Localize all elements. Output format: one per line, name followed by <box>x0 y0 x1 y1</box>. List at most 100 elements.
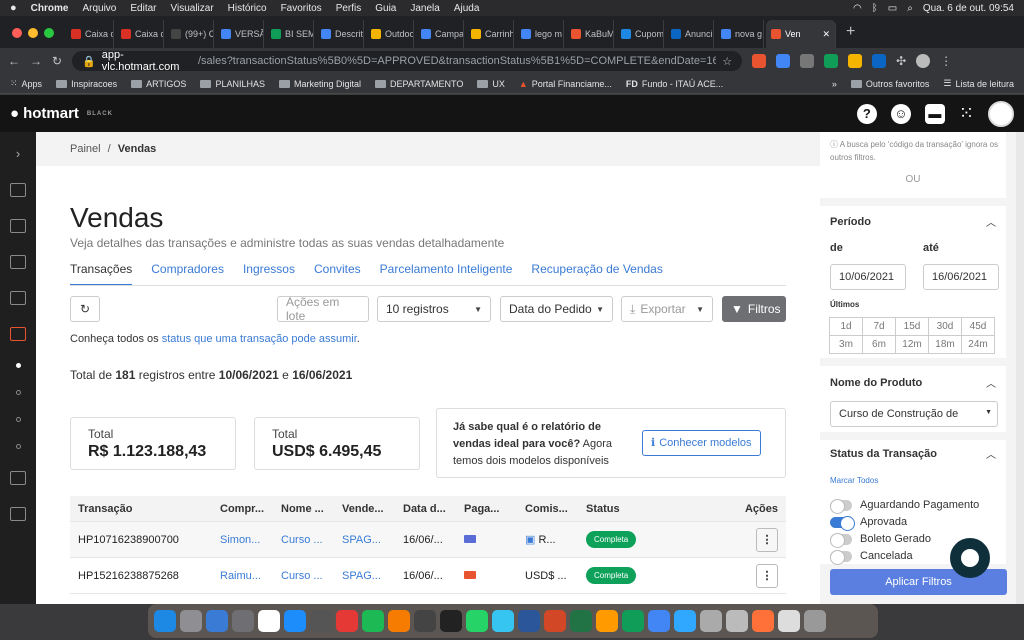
dock-app-icon[interactable] <box>206 610 228 632</box>
bookmark-other-favorites[interactable]: Outros favoritos <box>850 79 929 89</box>
dock-app-icon[interactable] <box>492 610 514 632</box>
community-icon[interactable] <box>10 507 26 521</box>
menubar-clock[interactable]: Qua. 6 de out. 09:54 <box>923 3 1014 14</box>
row-actions-button[interactable]: ⋮ <box>756 527 778 552</box>
dock-app-icon[interactable] <box>154 610 176 632</box>
browser-tab[interactable]: Anunci <box>666 20 714 48</box>
dock-app-icon[interactable] <box>570 610 592 632</box>
browser-tab[interactable]: Outdoo <box>366 20 414 48</box>
status-help-link[interactable]: status que uma transação pode assumir <box>162 333 357 345</box>
bookmark-reading-list[interactable]: ☰ Lista de leitura <box>943 78 1014 89</box>
dock-app-icon[interactable] <box>596 610 618 632</box>
submenu-dot[interactable] <box>15 417 21 422</box>
search-icon[interactable]: ⌕ <box>907 3 913 14</box>
range-6m[interactable]: 6m <box>862 335 896 354</box>
order-select[interactable]: Data do Pedido ▼ <box>500 296 613 322</box>
product-select[interactable]: Curso de Construção de ▼ <box>830 401 998 427</box>
dock-app-icon[interactable] <box>622 610 644 632</box>
chevron-up-icon[interactable]: ︿ <box>986 446 996 461</box>
dock-app-icon[interactable] <box>310 610 332 632</box>
dock-app-icon[interactable] <box>180 610 202 632</box>
records-select[interactable]: 10 registros ▼ <box>377 296 491 322</box>
apps-grid-icon[interactable]: ⁙ <box>959 103 974 124</box>
more-menu-icon[interactable]: ⋮ <box>940 54 952 68</box>
period-title[interactable]: Período <box>830 216 871 228</box>
extension-icon[interactable] <box>848 54 863 68</box>
menu-perfis[interactable]: Perfis <box>336 3 362 14</box>
dock-app-icon[interactable] <box>674 610 696 632</box>
panel-scrollbar[interactable] <box>1016 132 1024 604</box>
browser-tab[interactable]: VERSÃ <box>216 20 264 48</box>
battery-icon[interactable]: ▭ <box>888 3 897 14</box>
range-15d[interactable]: 15d <box>895 317 929 336</box>
forward-icon[interactable]: → <box>30 54 42 68</box>
date-from-input[interactable]: 10/06/2021 <box>830 264 906 290</box>
tab-ingressos[interactable]: Ingressos <box>243 262 295 286</box>
browser-tab[interactable]: Caixa d <box>116 20 164 48</box>
extension-icon[interactable] <box>824 54 839 68</box>
extension-icon[interactable] <box>800 54 815 68</box>
reload-icon[interactable]: ↻ <box>52 54 62 68</box>
dock-app-icon[interactable] <box>700 610 722 632</box>
dock-app-icon[interactable] <box>388 610 410 632</box>
dock-app-icon[interactable] <box>518 610 540 632</box>
close-window-button[interactable] <box>12 28 22 38</box>
chat-icon[interactable]: ▬ <box>924 103 945 124</box>
bookmark-folder[interactable]: PLANILHAS <box>200 79 265 89</box>
table-row[interactable]: HP15216238875268 Raimu... Curso ... SPAG… <box>70 558 786 594</box>
new-tab-button[interactable]: + <box>846 23 855 41</box>
minimize-window-button[interactable] <box>28 28 38 38</box>
menu-arquivo[interactable]: Arquivo <box>82 3 116 14</box>
browser-tab[interactable]: KaBuM <box>566 20 614 48</box>
menu-janela[interactable]: Janela <box>410 3 439 14</box>
range-12m[interactable]: 12m <box>895 335 929 354</box>
tab-recuperacao[interactable]: Recuperação de Vendas <box>531 262 662 286</box>
browser-tab[interactable]: Cupom <box>616 20 664 48</box>
product-icon[interactable] <box>10 291 26 305</box>
status-option[interactable]: Aprovada <box>830 515 907 531</box>
status-title[interactable]: Status da Transação <box>830 448 937 460</box>
chevron-up-icon[interactable]: ︿ <box>986 214 996 229</box>
profile-avatar[interactable] <box>916 54 931 68</box>
calculator-icon[interactable] <box>10 219 26 233</box>
dashboard-icon[interactable] <box>10 183 26 197</box>
chat-widget-button[interactable] <box>950 538 990 578</box>
wifi-icon[interactable]: ◠ <box>853 3 862 14</box>
sales-cart-icon[interactable] <box>10 327 26 341</box>
bookmark-star-icon[interactable]: ☆ <box>722 55 732 68</box>
range-7d[interactable]: 7d <box>862 317 896 336</box>
export-button[interactable]: ⤓ Exportar ▼ <box>621 296 713 322</box>
bluetooth-icon[interactable]: ᛒ <box>872 3 878 14</box>
status-option[interactable]: Aguardando Pagamento <box>830 498 979 514</box>
menu-editar[interactable]: Editar <box>130 3 156 14</box>
tab-transacoes[interactable]: Transações <box>70 262 133 286</box>
table-row[interactable]: HP10716238900700 Simon... Curso ... SPAG… <box>70 522 786 558</box>
support-icon[interactable]: ☺ <box>890 103 911 124</box>
submenu-dot[interactable] <box>15 444 21 449</box>
submenu-dot[interactable] <box>15 363 21 368</box>
toggle-switch[interactable] <box>830 532 852 548</box>
browser-tab[interactable]: Campa <box>416 20 464 48</box>
range-24m[interactable]: 24m <box>961 335 995 354</box>
tab-parcelamento[interactable]: Parcelamento Inteligente <box>380 262 513 286</box>
browser-tab[interactable]: lego m <box>516 20 564 48</box>
extension-icon[interactable] <box>752 54 767 68</box>
toggle-switch[interactable] <box>830 498 852 514</box>
bookmark-link[interactable]: ▲ Portal Financiame... <box>519 79 612 89</box>
browser-tab[interactable]: Carrinh <box>466 20 514 48</box>
browser-tab[interactable]: nova g <box>716 20 764 48</box>
back-icon[interactable]: ← <box>8 54 20 68</box>
browser-tab[interactable]: Descrit <box>316 20 364 48</box>
browser-tab[interactable]: BI SEM <box>266 20 314 48</box>
more-bookmarks-icon[interactable]: » <box>832 79 837 89</box>
avatar[interactable] <box>988 100 1014 127</box>
range-3m[interactable]: 3m <box>829 335 863 354</box>
bookmark-folder[interactable]: Inspiracoes <box>56 79 117 89</box>
know-models-button[interactable]: ℹ Conhecer modelos <box>642 430 761 456</box>
table-row[interactable] <box>70 594 786 604</box>
dock-app-icon[interactable] <box>414 610 436 632</box>
close-tab-icon[interactable]: ✕ <box>822 29 830 40</box>
menu-visualizar[interactable]: Visualizar <box>170 3 213 14</box>
dock-app-icon[interactable] <box>752 610 774 632</box>
puzzle-icon[interactable]: ✣ <box>896 54 906 68</box>
